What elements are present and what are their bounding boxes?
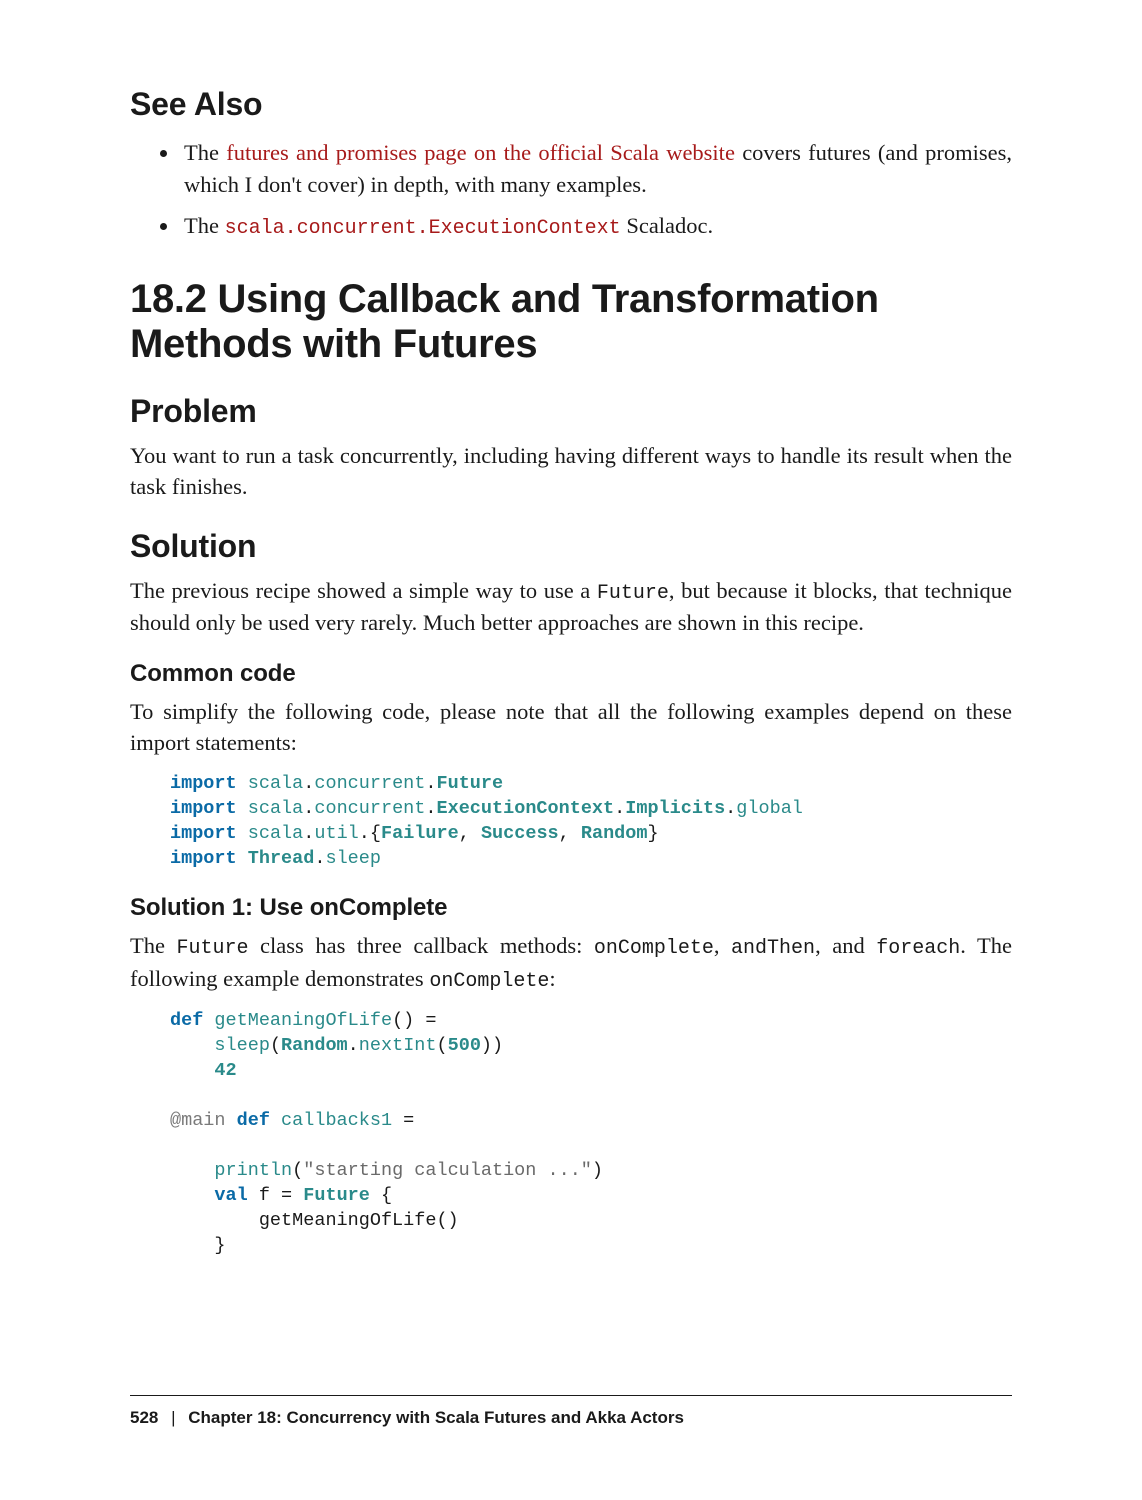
content-area: See Also The futures and promises page o…: [130, 86, 1012, 1259]
text: , and: [815, 933, 876, 958]
function-call: sleep: [214, 1035, 270, 1056]
inline-code: foreach: [876, 937, 960, 960]
method: nextInt: [359, 1035, 437, 1056]
type: Future: [303, 1185, 370, 1206]
problem-paragraph: You want to run a task concurrently, inc…: [130, 440, 1012, 502]
type: Failure: [381, 823, 459, 844]
keyword: import: [170, 823, 237, 844]
function-call: getMeaningOfLife(): [259, 1210, 459, 1231]
inline-code: Future: [177, 937, 249, 960]
list-item: The scala.concurrent.ExecutionContext Sc…: [180, 210, 1012, 243]
text: The: [130, 933, 177, 958]
identifier: scala: [248, 773, 304, 794]
number: 42: [214, 1060, 236, 1081]
section-title: 18.2 Using Callback and Transformation M…: [130, 277, 1012, 367]
brace: {: [381, 1185, 392, 1206]
inline-code: onComplete: [429, 970, 549, 993]
type: Thread: [248, 848, 315, 869]
link-execution-context[interactable]: scala.concurrent.ExecutionContext: [225, 217, 621, 240]
text: Scaladoc.: [621, 213, 713, 238]
keyword: def: [170, 1010, 203, 1031]
heading-common-code: Common code: [130, 660, 1012, 688]
text: The: [184, 140, 226, 165]
brace: }: [214, 1235, 225, 1256]
heading-see-also: See Also: [130, 86, 1012, 123]
type: ExecutionContext: [437, 798, 615, 819]
function-call: println: [214, 1160, 292, 1181]
annotation: @main: [170, 1110, 226, 1131]
text: The: [184, 213, 225, 238]
type: Random: [581, 823, 648, 844]
identifier: f: [259, 1185, 270, 1206]
list-item: The futures and promises page on the off…: [180, 137, 1012, 200]
page-footer: 528 | Chapter 18: Concurrency with Scala…: [130, 1395, 1012, 1428]
number: 500: [448, 1035, 481, 1056]
see-also-list: The futures and promises page on the off…: [130, 137, 1012, 243]
page-number: 528: [130, 1408, 158, 1427]
identifier: global: [736, 798, 803, 819]
keyword: import: [170, 798, 237, 819]
keyword: import: [170, 848, 237, 869]
heading-solution1: Solution 1: Use onComplete: [130, 894, 1012, 922]
keyword: val: [214, 1185, 247, 1206]
text: ,: [714, 933, 731, 958]
chapter-title: Chapter 18: Concurrency with Scala Futur…: [188, 1408, 684, 1427]
text: () =: [392, 1010, 436, 1031]
keyword: import: [170, 773, 237, 794]
function-name: getMeaningOfLife: [214, 1010, 392, 1031]
identifier: concurrent: [314, 773, 425, 794]
text: class has three callback methods:: [249, 933, 594, 958]
function-name: callbacks1: [281, 1110, 392, 1131]
code-block-imports: import scala.concurrent.Future import sc…: [170, 772, 1012, 872]
inline-code-future: Future: [597, 582, 669, 605]
solution1-paragraph: The Future class has three callback meth…: [130, 930, 1012, 995]
type: Implicits: [625, 798, 725, 819]
code-block-example: def getMeaningOfLife() = sleep(Random.ne…: [170, 1009, 1012, 1259]
identifier: concurrent: [314, 798, 425, 819]
page: See Also The futures and promises page o…: [0, 0, 1142, 1500]
identifier: util: [314, 823, 358, 844]
text: :: [549, 966, 555, 991]
identifier: scala: [248, 823, 304, 844]
inline-code: onComplete: [594, 937, 714, 960]
string: "starting calculation ...": [303, 1160, 592, 1181]
link-futures-page[interactable]: futures and promises page on the officia…: [226, 140, 735, 165]
solution-paragraph: The previous recipe showed a simple way …: [130, 575, 1012, 639]
type: Future: [437, 773, 504, 794]
heading-problem: Problem: [130, 393, 1012, 430]
type: Success: [481, 823, 559, 844]
heading-solution: Solution: [130, 528, 1012, 565]
type: Random: [281, 1035, 348, 1056]
common-code-paragraph: To simplify the following code, please n…: [130, 696, 1012, 758]
identifier: sleep: [325, 848, 381, 869]
text: =: [392, 1110, 414, 1131]
inline-code: andThen: [731, 937, 815, 960]
text: The previous recipe showed a simple way …: [130, 578, 597, 603]
identifier: scala: [248, 798, 304, 819]
separator: |: [163, 1408, 183, 1427]
keyword: def: [237, 1110, 270, 1131]
